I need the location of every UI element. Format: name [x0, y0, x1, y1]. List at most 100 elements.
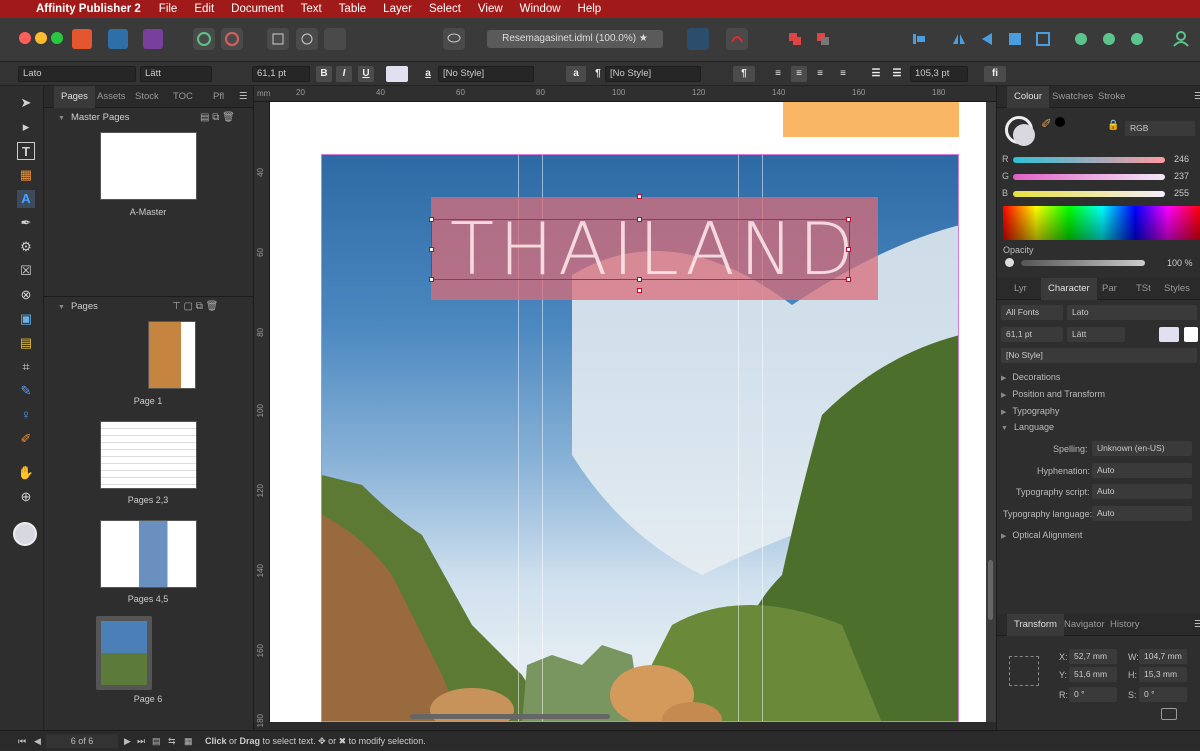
w-field[interactable]: 104,7 mm	[1139, 649, 1187, 664]
speech-bubble-icon[interactable]	[443, 28, 465, 50]
picture-frame-tool-icon[interactable]: ☒	[17, 262, 35, 280]
tab-transform[interactable]: Transform	[1007, 614, 1064, 636]
menu-edit[interactable]: Edit	[194, 3, 214, 15]
horizontal-scrollbar[interactable]	[410, 714, 610, 719]
fill-tool-icon[interactable]: ✎	[17, 382, 35, 400]
page-thumbnail[interactable]	[100, 520, 197, 588]
blue-value[interactable]: 255	[1174, 188, 1189, 198]
studio-link-icon[interactable]	[1098, 28, 1120, 50]
vertical-scrollbar[interactable]	[988, 560, 993, 620]
anchor-point-selector[interactable]	[1009, 656, 1039, 686]
section-language[interactable]: ▼ Language	[1001, 422, 1054, 432]
font-weight-field[interactable]: Lätt	[140, 66, 212, 82]
ruler-left[interactable]: 40 60 80 100 120 140 160 180	[254, 102, 270, 727]
app-name-menu[interactable]: Affinity Publisher 2	[36, 3, 141, 15]
italic-button[interactable]: I	[336, 66, 352, 82]
typography-language-select[interactable]: Auto	[1092, 506, 1192, 521]
close-window-button[interactable]	[19, 32, 31, 44]
resize-handle[interactable]	[846, 217, 851, 222]
view-options-icon[interactable]: ▦	[184, 731, 193, 751]
orange-block[interactable]	[783, 102, 959, 137]
typography-script-select[interactable]: Auto	[1092, 484, 1192, 499]
ellipse-frame-tool-icon[interactable]: ⊗	[17, 286, 35, 304]
tab-layers[interactable]: Lyr	[1007, 278, 1034, 300]
arrange-icon[interactable]	[1004, 28, 1026, 50]
panel-menu-icon[interactable]: ☰	[1187, 614, 1200, 636]
page-thumbnail[interactable]	[148, 321, 196, 389]
document-canvas[interactable]: THAILAND	[270, 102, 996, 722]
section-optical-alignment[interactable]: ▶ Optical Alignment	[1001, 530, 1082, 540]
resize-handle[interactable]	[429, 277, 434, 282]
preflight-icon[interactable]	[267, 28, 289, 50]
zoom-window-button[interactable]	[51, 32, 63, 44]
fill-stroke-swatch[interactable]	[13, 522, 37, 546]
green-value[interactable]: 237	[1174, 171, 1189, 181]
tab-styles[interactable]: Styles	[1157, 278, 1197, 300]
char-style-icon[interactable]: a	[420, 66, 436, 82]
black-swatch-icon[interactable]	[1055, 117, 1065, 127]
star-icon[interactable]: ★	[639, 33, 648, 44]
fill-swatch[interactable]	[1013, 124, 1035, 146]
paragraph-options-icon[interactable]: ¶	[733, 66, 755, 82]
transform-options-icon[interactable]	[1161, 708, 1177, 720]
pages-header[interactable]: ▼ Pages	[44, 298, 253, 316]
next-page-icon[interactable]: ▶	[124, 731, 131, 751]
tab-pages[interactable]: Pages	[54, 86, 95, 108]
menu-text[interactable]: Text	[301, 3, 322, 15]
menu-table[interactable]: Table	[339, 3, 367, 15]
ligatures-button[interactable]: fi	[984, 66, 1006, 82]
panel-menu-icon[interactable]: ☰	[1187, 86, 1200, 108]
first-page-icon[interactable]: ⏮	[18, 731, 26, 751]
shape-tool-icon[interactable]: ⚙	[17, 238, 35, 256]
section-typography[interactable]: ▶ Typography	[1001, 406, 1059, 416]
page-counter[interactable]: 6 of 6	[46, 734, 118, 748]
tab-toc[interactable]: TOC	[166, 86, 200, 108]
tab-stock[interactable]: Stock	[128, 86, 166, 108]
user-icon[interactable]	[1170, 28, 1192, 50]
colour-spectrum[interactable]	[1003, 206, 1200, 240]
tab-history[interactable]: History	[1103, 614, 1147, 636]
align-center-icon[interactable]: ≡	[791, 66, 807, 82]
place-image-tool-icon[interactable]: ▣	[17, 310, 35, 328]
menu-view[interactable]: View	[478, 3, 503, 15]
table-tool-icon[interactable]: ▦	[17, 166, 35, 184]
font-family-select[interactable]: Lato	[1067, 305, 1197, 320]
text-stroke-swatch[interactable]	[1184, 327, 1198, 342]
font-weight-select[interactable]: Lätt	[1067, 327, 1125, 342]
char-style-options-icon[interactable]: a	[566, 66, 586, 82]
rotation-field[interactable]: 0 °	[1069, 687, 1117, 702]
photo-persona-icon[interactable]	[143, 29, 163, 49]
character-style-select[interactable]: [No Style]	[1001, 348, 1197, 363]
menu-document[interactable]: Document	[231, 3, 283, 15]
section-position-transform[interactable]: ▶ Position and Transform	[1001, 389, 1105, 399]
page-thumbnail[interactable]	[100, 421, 197, 489]
page[interactable]: THAILAND	[270, 102, 986, 722]
shear-field[interactable]: 0 °	[1139, 687, 1187, 702]
flip-vertical-icon[interactable]	[976, 28, 998, 50]
font-family-field[interactable]: Lato	[18, 66, 136, 82]
opacity-value[interactable]: 100 %	[1167, 258, 1193, 268]
last-page-icon[interactable]: ⏭	[137, 731, 145, 751]
numbered-list-icon[interactable]: ☰	[889, 66, 905, 82]
anchor-icon[interactable]	[396, 28, 418, 50]
character-style-field[interactable]: [No Style]	[438, 66, 534, 82]
font-collection-select[interactable]: All Fonts	[1001, 305, 1063, 320]
colour-model-select[interactable]: RGB	[1125, 121, 1195, 136]
x-field[interactable]: 52,7 mm	[1069, 649, 1117, 664]
clip-icon[interactable]	[324, 28, 346, 50]
panel-menu-icon[interactable]: ☰	[232, 86, 255, 108]
opacity-slider[interactable]	[1021, 260, 1145, 266]
resize-handle[interactable]	[429, 217, 434, 222]
justify-icon[interactable]: ≡	[835, 66, 851, 82]
document-title-field[interactable]: Resemagasinet.idml (100.0%) ★	[487, 30, 663, 48]
minimize-window-button[interactable]	[35, 32, 47, 44]
resize-handle[interactable]	[637, 217, 642, 222]
rotate-handle[interactable]	[637, 194, 642, 199]
designer-persona-icon[interactable]	[108, 29, 128, 49]
text-frame-tool-icon[interactable]: T	[17, 142, 35, 160]
text-fill-swatch[interactable]	[1159, 327, 1179, 342]
pin-icon[interactable]	[368, 28, 390, 50]
menu-window[interactable]: Window	[520, 3, 561, 15]
menu-file[interactable]: File	[159, 3, 178, 15]
gear-red-icon[interactable]	[221, 28, 243, 50]
